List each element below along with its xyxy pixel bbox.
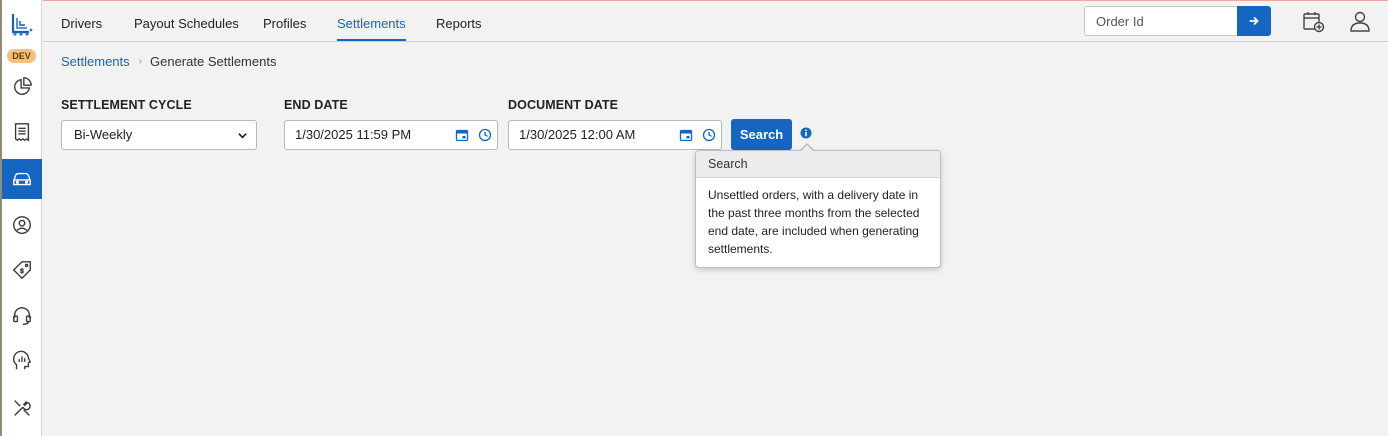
settlement-cycle-select[interactable]: Bi-Weekly [61,120,257,150]
analytics-icon [13,350,32,370]
sidebar-item-tools[interactable] [2,388,42,428]
popover-title: Search [696,151,940,178]
breadcrumb-current: Generate Settlements [150,54,277,69]
receipt-icon [14,123,30,142]
sidebar-item-support[interactable] [2,296,42,336]
breadcrumb: Settlements › Generate Settlements [61,54,276,69]
popover-arrow-fill [800,145,814,152]
arrow-right-icon [1249,16,1259,26]
order-search-button[interactable] [1237,6,1271,36]
calendar-icon[interactable] [455,128,469,142]
user-icon [13,216,31,234]
active-tab-indicator [337,39,406,41]
calendar-icon[interactable] [679,128,693,142]
end-date-value: 1/30/2025 11:59 PM [295,127,412,142]
chevron-down-icon [238,133,247,139]
document-date-value: 1/30/2025 12:00 AM [519,127,636,142]
headset-icon [13,307,31,325]
tab-settlements[interactable]: Settlements [337,16,406,31]
tab-reports[interactable]: Reports [436,16,482,31]
top-accent-line [43,0,1388,1]
sidebar-item-receipts[interactable] [2,112,42,152]
settlement-cycle-label: SETTLEMENT CYCLE [61,98,192,112]
car-icon [13,172,31,186]
breadcrumb-separator-icon: › [138,56,142,67]
settlement-cycle-value: Bi-Weekly [74,127,133,142]
document-date-field[interactable]: 1/30/2025 12:00 AM [508,120,722,150]
tab-profiles[interactable]: Profiles [263,16,306,31]
clock-icon[interactable] [478,128,492,142]
sidebar: DEV $ [0,0,42,436]
order-id-input[interactable] [1084,6,1238,36]
end-date-label: END DATE [284,98,348,112]
sidebar-item-analytics[interactable] [2,341,42,381]
calendar-add-button[interactable] [1301,9,1325,33]
info-icon[interactable] [800,127,812,139]
tab-drivers[interactable]: Drivers [61,16,102,31]
clock-icon[interactable] [702,128,716,142]
popover-body: Unsettled orders, with a delivery date i… [708,188,920,256]
tab-payout-schedules[interactable]: Payout Schedules [134,16,239,31]
app-logo-icon[interactable] [9,12,33,38]
search-info-popover: Search Unsettled orders, with a delivery… [695,150,941,268]
price-tag-icon: $ [12,261,31,280]
user-account-icon [1350,11,1370,32]
calendar-add-icon [1303,12,1325,33]
dashboard-icon [14,77,32,95]
sidebar-item-pricing[interactable]: $ [2,250,42,290]
sidebar-item-vehicles[interactable] [2,159,42,199]
document-date-label: DOCUMENT DATE [508,98,619,112]
svg-text:$: $ [20,268,24,275]
sidebar-item-dashboard[interactable] [2,67,42,107]
breadcrumb-settlements-link[interactable]: Settlements [61,54,130,69]
sidebar-item-profile[interactable] [2,205,42,245]
end-date-field[interactable]: 1/30/2025 11:59 PM [284,120,498,150]
user-account-button[interactable] [1348,9,1372,33]
tools-icon [14,400,31,416]
env-badge: DEV [7,49,36,63]
search-button[interactable]: Search [731,119,792,150]
